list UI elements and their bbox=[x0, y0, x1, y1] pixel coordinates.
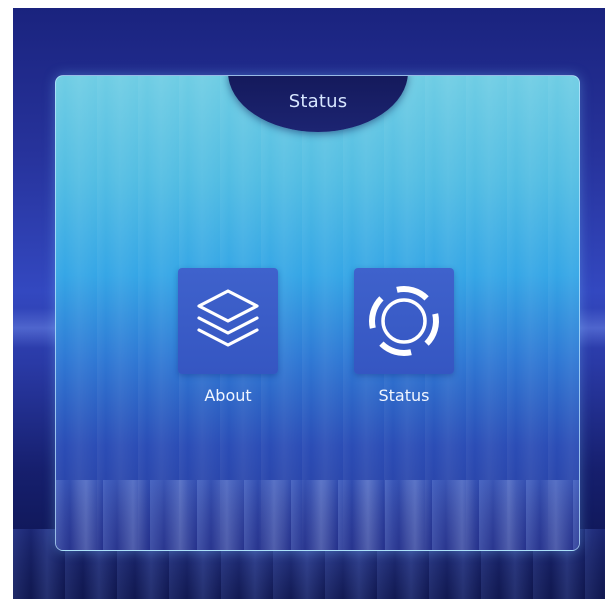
ring-icon bbox=[369, 286, 439, 356]
status-button[interactable] bbox=[354, 268, 454, 374]
page-title: Status bbox=[288, 91, 348, 112]
about-label: About bbox=[204, 386, 252, 405]
header-tab: Status bbox=[228, 76, 408, 132]
status-label: Status bbox=[378, 386, 430, 405]
about-button[interactable] bbox=[178, 268, 278, 374]
main-panel: Status About Status bbox=[55, 75, 580, 551]
layers-icon bbox=[197, 289, 259, 347]
device-screen: Status About Status bbox=[13, 8, 605, 599]
